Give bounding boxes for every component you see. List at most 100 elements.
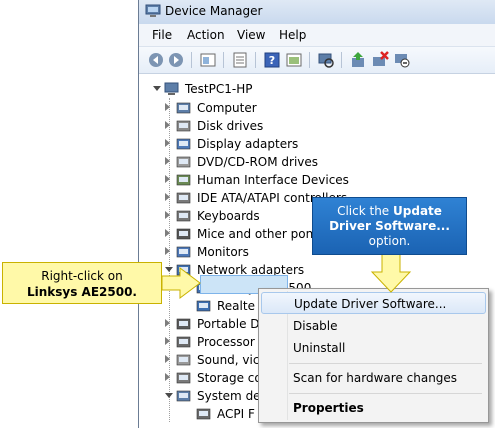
expand-arrow-icon[interactable] [165, 247, 170, 255]
tree-root-label: TestPC1-HP [185, 82, 253, 96]
device-icon [176, 156, 191, 168]
back-icon[interactable] [147, 51, 165, 69]
menu-item-label: Scan for hardware changes [293, 371, 458, 385]
menu-file[interactable]: File [152, 28, 172, 42]
device-icon [176, 192, 191, 204]
tree-item-label: Sound, vic [197, 353, 260, 367]
tree-item-label: System de [197, 389, 261, 403]
toolbar-separator [309, 52, 310, 68]
menu-separator [289, 393, 482, 394]
callout-text: option. [368, 234, 411, 248]
device-icon [176, 354, 191, 366]
forward-icon[interactable] [167, 51, 185, 69]
menu-disable[interactable]: Disable [261, 315, 486, 337]
menu-properties[interactable]: Properties [261, 397, 486, 419]
tree-item[interactable]: DVD/CD-ROM drives [165, 153, 385, 171]
expand-arrow-icon[interactable] [165, 373, 170, 381]
svg-text:?: ? [269, 54, 275, 67]
menu-update-driver-software[interactable]: Update Driver Software... [261, 292, 486, 314]
device-icon [176, 102, 191, 114]
toolbar-separator [223, 52, 224, 68]
callout-text: Right-click on [41, 269, 123, 283]
device-icon [176, 372, 191, 384]
device-icon [176, 318, 191, 330]
tree-item-label: Computer [197, 101, 257, 115]
tree-item-label: Mice and other pon [197, 227, 314, 241]
right-click-callout: Right-click on Linksys AE2500. [2, 262, 162, 304]
callout-bold-text: Update [393, 204, 442, 218]
uninstall-icon[interactable] [371, 51, 389, 69]
device-icon [176, 264, 191, 276]
tree-item-label: ACPI F [217, 407, 255, 421]
menu-uninstall[interactable]: Uninstall [261, 337, 486, 359]
menu-item-label: Properties [293, 401, 364, 415]
tree-root[interactable]: TestPC1-HP [153, 80, 353, 98]
expand-arrow-icon[interactable] [165, 355, 170, 363]
tree-item[interactable]: Disk drives [165, 117, 385, 135]
callout-bold-text: Driver Software... [329, 219, 450, 233]
expand-arrow-icon[interactable] [165, 175, 170, 183]
toolbar-separator [341, 52, 342, 68]
computer-icon [164, 82, 179, 95]
computer-icon[interactable] [317, 51, 335, 69]
scan-icon[interactable] [231, 51, 249, 69]
menu-item-label: Uninstall [293, 341, 346, 355]
tree-item[interactable]: Human Interface Devices [165, 171, 385, 189]
tree-item-label: Display adapters [197, 137, 299, 151]
device-icon [176, 228, 191, 240]
tree-item-label: Portable D [197, 317, 260, 331]
toolbar-separator [255, 52, 256, 68]
tree-item-label: Processor [197, 335, 255, 349]
device-icon [176, 120, 191, 132]
update-callout: Click the Update Driver Software... opti… [312, 197, 467, 255]
expand-arrow-icon[interactable] [165, 103, 170, 111]
view-icon[interactable] [285, 51, 303, 69]
collapse-arrow-icon[interactable] [153, 86, 161, 91]
expand-arrow-icon[interactable] [165, 121, 170, 129]
collapse-arrow-icon[interactable] [165, 267, 173, 272]
menu-item-label: Update Driver Software... [294, 297, 447, 311]
device-icon [176, 174, 191, 186]
menu-view[interactable]: View [237, 28, 265, 42]
expand-arrow-icon[interactable] [165, 229, 170, 237]
menu-action[interactable]: Action [187, 28, 225, 42]
menu-bar: File Action View Help [139, 24, 495, 47]
toolbar-separator [191, 52, 192, 68]
window-title: Device Manager [165, 4, 263, 18]
help-icon[interactable]: ? [263, 51, 281, 69]
expand-arrow-icon[interactable] [165, 319, 170, 327]
tree-item[interactable]: Display adapters [165, 135, 385, 153]
callout-text: Click the [337, 204, 390, 218]
tree-item-label: DVD/CD-ROM drives [197, 155, 319, 169]
tree-item-label: Storage co [197, 371, 262, 385]
tree-item[interactable]: Computer [165, 99, 385, 117]
expand-arrow-icon[interactable] [165, 139, 170, 147]
tree-item-label: Disk drives [197, 119, 264, 133]
menu-item-label: Disable [293, 319, 338, 333]
device-icon [176, 390, 191, 402]
tree-item-label: Realte [217, 299, 255, 313]
expand-arrow-icon[interactable] [165, 337, 170, 345]
expand-arrow-icon[interactable] [165, 157, 170, 165]
collapse-arrow-icon[interactable] [165, 393, 173, 398]
expand-arrow-icon[interactable] [165, 211, 170, 219]
disable-icon[interactable] [393, 51, 411, 69]
device-icon [176, 336, 191, 348]
menu-scan-hardware[interactable]: Scan for hardware changes [261, 367, 486, 389]
properties-icon[interactable] [199, 51, 217, 69]
tree-item-label: Human Interface Devices [197, 173, 349, 187]
title-bar: Device Manager [139, 0, 495, 24]
device-icon [196, 408, 211, 420]
device-icon [196, 300, 211, 312]
expand-arrow-icon[interactable] [165, 193, 170, 201]
tree-item-label: Monitors [197, 245, 249, 259]
callout-bold-text: Linksys AE2500. [26, 285, 137, 299]
tree-item-label: Keyboards [197, 209, 260, 223]
menu-help[interactable]: Help [279, 28, 306, 42]
update-driver-icon[interactable] [349, 51, 367, 69]
menu-separator [289, 363, 482, 364]
toolbar: ? [139, 47, 495, 74]
device-icon [176, 138, 191, 150]
device-icon [176, 246, 191, 258]
context-menu: Update Driver Software... Disable Uninst… [258, 288, 489, 423]
